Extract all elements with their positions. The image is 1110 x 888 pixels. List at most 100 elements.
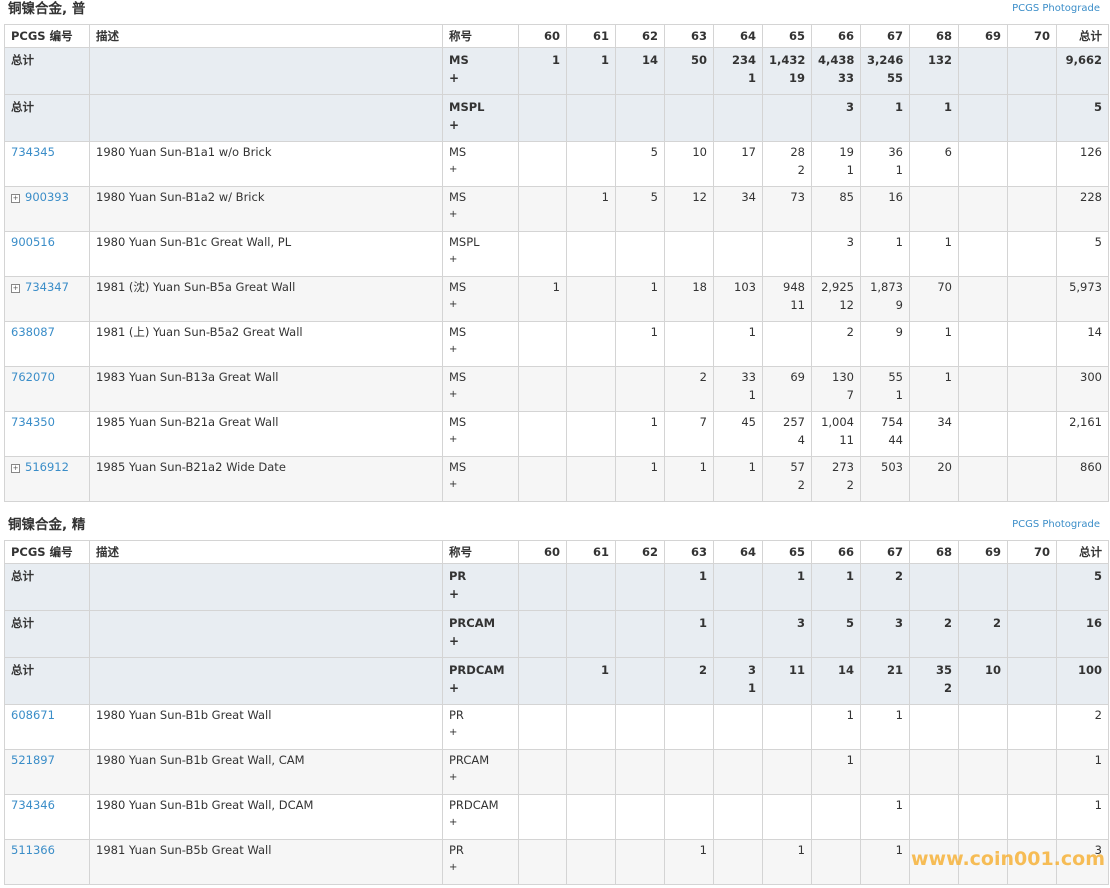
grade-cell-70	[1007, 749, 1057, 795]
grade-cell-68: 1	[909, 366, 959, 412]
total-cell: 1	[1056, 794, 1109, 840]
coin-description: 1980 Yuan Sun-B1b Great Wall, DCAM	[96, 798, 314, 812]
grade-cell-66: 2	[811, 321, 861, 367]
grade-plus-count: 19	[788, 71, 805, 85]
total-cell: 300	[1056, 366, 1109, 412]
total-count: 9,662	[1065, 53, 1102, 67]
designation-cell: PRCAM +	[442, 610, 519, 658]
grade-count	[573, 564, 609, 567]
plus-label: +	[449, 71, 460, 85]
grade-count: 18	[692, 280, 707, 294]
grade-cell-66: 273 2	[811, 456, 861, 502]
pcgs-number-cell: 734345	[4, 141, 90, 187]
grade-count	[965, 95, 1001, 98]
grade-count: 5	[845, 616, 854, 630]
grade-count	[1014, 611, 1050, 614]
grade-count	[1014, 142, 1050, 143]
designation-cell: MS +	[442, 321, 519, 367]
grade-cell-67: 16	[860, 186, 910, 232]
grade-count	[573, 750, 609, 751]
grade-count: 1	[699, 460, 707, 474]
pcgs-number-link[interactable]: 638087	[11, 325, 55, 339]
total-row: 总计 MSPL +3 1 1 5	[4, 94, 1109, 142]
grade-cell-70	[1007, 610, 1057, 658]
grade-count	[1014, 367, 1050, 368]
pcgs-number-wrap: 734345	[11, 142, 83, 161]
grade-count: 1	[845, 569, 854, 583]
pcgs-number-cell: +734347	[4, 276, 90, 322]
grade-count: 1	[846, 708, 854, 722]
total-count: 1	[1094, 798, 1102, 812]
description-cell: 1981 (上) Yuan Sun-B5a2 Great Wall	[89, 321, 443, 367]
pcgs-number-wrap: +734347	[11, 277, 83, 296]
grade-cell-70	[1007, 186, 1057, 232]
grade-count: 1	[895, 708, 903, 722]
total-count: 228	[1080, 190, 1102, 204]
grade-count: 85	[839, 190, 854, 204]
total-cell: 5	[1056, 231, 1109, 277]
pcgs-number-link[interactable]: 734345	[11, 145, 55, 159]
total-cell: 126	[1056, 141, 1109, 187]
grade-count: 1	[650, 325, 658, 339]
pcgs-number-link[interactable]: 521897	[11, 753, 55, 767]
designation-cell: MS +	[442, 186, 519, 232]
designation-cell: PRDCAM +	[442, 657, 519, 705]
grade-count	[720, 705, 756, 706]
grade-count	[720, 611, 756, 614]
plus-label: +	[449, 254, 458, 265]
designation-cell: MS +	[442, 47, 519, 95]
total-label: 总计	[11, 53, 34, 67]
grade-cell-62	[615, 231, 665, 277]
expand-icon[interactable]: +	[11, 194, 20, 203]
total-cell: 5	[1056, 563, 1109, 611]
pcgs-number-link[interactable]: 734350	[11, 415, 55, 429]
grade-count: 1	[650, 280, 658, 294]
pcgs-number-link[interactable]: 734346	[11, 798, 55, 812]
grade-count: 14	[837, 663, 854, 677]
grade-count	[671, 95, 707, 98]
description-cell	[89, 94, 443, 142]
photograde-link[interactable]: PCGS Photograde	[1012, 519, 1100, 531]
expand-icon[interactable]: +	[11, 284, 20, 293]
grade-cell-63: 1	[664, 839, 714, 885]
grade-count: 2	[992, 616, 1001, 630]
grade-cell-62: 1	[615, 321, 665, 367]
pcgs-number-link[interactable]: 762070	[11, 370, 55, 384]
coin-description: 1980 Yuan Sun-B1b Great Wall	[96, 708, 272, 722]
pcgs-number-link[interactable]: 516912	[25, 460, 69, 474]
grade-cell-70	[1007, 411, 1057, 457]
column-header: 67	[860, 540, 910, 564]
pcgs-number-link[interactable]: 900516	[11, 235, 55, 249]
grade-plus-count: 1	[895, 163, 903, 177]
grade-cell-67: 21	[860, 657, 910, 705]
expand-icon[interactable]: +	[11, 464, 20, 473]
grade-count: 1	[699, 843, 707, 857]
designation-cell: MS +	[442, 276, 519, 322]
grade-cell-67: 2	[860, 563, 910, 611]
grade-cell-62: 5	[615, 141, 665, 187]
pcgs-number-link[interactable]: 608671	[11, 708, 55, 722]
coin-description: 1985 Yuan Sun-B21a2 Wide Date	[96, 460, 286, 474]
grade-cell-66: 4,438 33	[811, 47, 861, 95]
pcgs-number-wrap: 638087	[11, 322, 83, 341]
grade-count: 1	[895, 235, 903, 249]
total-label-cell: 总计	[4, 610, 90, 658]
grade-count	[965, 48, 1001, 51]
grade-cell-61	[566, 411, 616, 457]
grade-count	[769, 705, 805, 706]
designation: MS	[449, 325, 467, 339]
grade-count: 1	[895, 798, 903, 812]
plus-label: +	[449, 344, 458, 355]
grade-cell-64: 31	[713, 657, 763, 705]
grade-count: 1	[748, 460, 756, 474]
pcgs-number-link[interactable]: 900393	[25, 190, 69, 204]
pcgs-number-link[interactable]: 511366	[11, 843, 55, 857]
photograde-link[interactable]: PCGS Photograde	[1012, 3, 1100, 15]
grade-count	[1014, 187, 1050, 188]
pcgs-number-link[interactable]: 734347	[25, 280, 69, 294]
grade-count	[671, 705, 707, 706]
grade-count	[525, 795, 560, 796]
description-cell: 1980 Yuan Sun-B1b Great Wall, DCAM	[89, 794, 443, 840]
total-count: 5	[1093, 569, 1102, 583]
description-cell: 1985 Yuan Sun-B21a2 Wide Date	[89, 456, 443, 502]
